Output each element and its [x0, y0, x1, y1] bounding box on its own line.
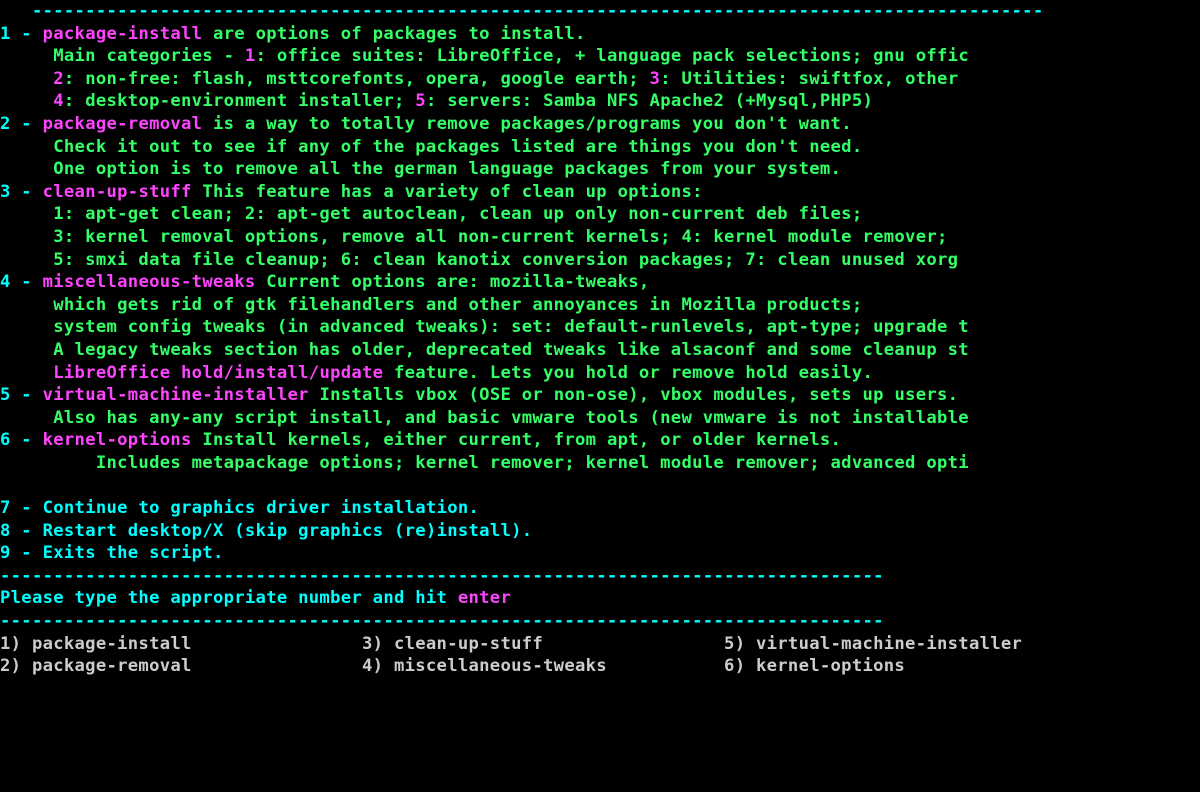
menu-item-virtual-machine-installer[interactable]: virtual-machine-installer	[43, 385, 309, 405]
menu-number: 4	[0, 272, 11, 292]
separator-bottom: ----------------------------------------…	[0, 611, 884, 631]
menu-item-package-removal[interactable]: package-removal	[43, 114, 203, 134]
menu-item-simple[interactable]: Continue to graphics driver installation…	[43, 498, 480, 518]
prompt-key: enter	[458, 588, 511, 608]
menu-number: 1	[0, 24, 11, 44]
options-row-1[interactable]: 1) package-install 3) clean-up-stuff 5) …	[0, 634, 1022, 654]
menu-item-package-install[interactable]: package-install	[43, 24, 203, 44]
menu-desc: Installs vbox (OSE or non-ose), vbox mod…	[309, 385, 959, 405]
menu-number: 9	[0, 543, 11, 563]
menu-desc: This feature has a variety of clean up o…	[192, 182, 703, 202]
menu-desc: Install kernels, either current, from ap…	[192, 430, 842, 450]
menu-number: 5	[0, 385, 11, 405]
prompt-text: Please type the appropriate number and h…	[0, 588, 458, 608]
options-row-2[interactable]: 2) package-removal 4) miscellaneous-twea…	[0, 656, 905, 676]
separator-mid: ----------------------------------------…	[0, 566, 884, 586]
menu-desc: Current options are: mozilla-tweaks,	[256, 272, 650, 292]
menu-number: 2	[0, 114, 11, 134]
separator-top: ----------------------------------------…	[0, 1, 1043, 21]
menu-desc: are options of packages to install.	[202, 24, 585, 44]
menu-number: 6	[0, 430, 11, 450]
menu-item-clean-up-stuff[interactable]: clean-up-stuff	[43, 182, 192, 202]
menu-item-miscellaneous-tweaks[interactable]: miscellaneous-tweaks	[43, 272, 256, 292]
menu-number: 8	[0, 521, 11, 541]
menu-item-kernel-options[interactable]: kernel-options	[43, 430, 192, 450]
menu-number: 3	[0, 182, 11, 202]
menu-item-simple[interactable]: Exits the script.	[43, 543, 224, 563]
menu-number: 7	[0, 498, 11, 518]
menu-item-simple[interactable]: Restart desktop/X (skip graphics (re)ins…	[43, 521, 533, 541]
menu-desc: is a way to totally remove packages/prog…	[202, 114, 852, 134]
terminal-output: ----------------------------------------…	[0, 0, 1200, 678]
